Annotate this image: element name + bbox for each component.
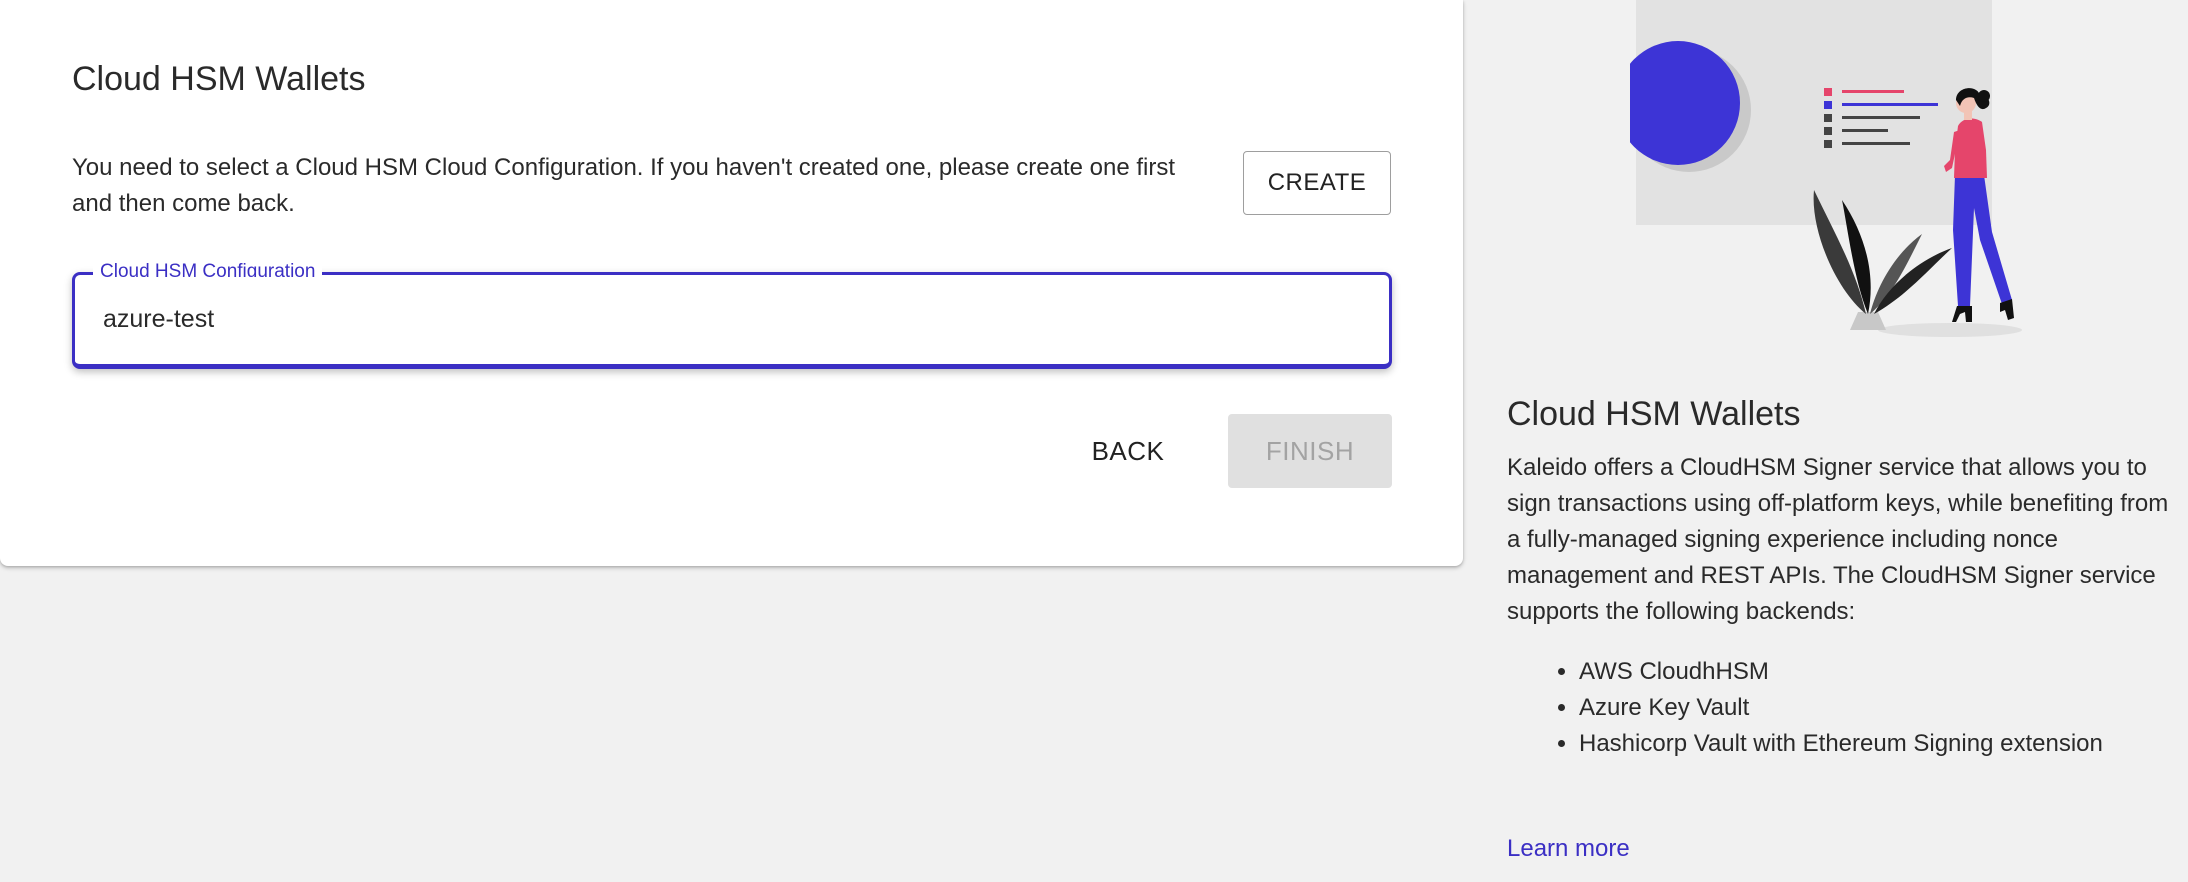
list-item: AWS CloudhHSM xyxy=(1579,654,2103,690)
sidebar-title: Cloud HSM Wallets xyxy=(1507,395,1801,433)
list-item: Hashicorp Vault with Ethereum Signing ex… xyxy=(1579,726,2103,762)
card-description: You need to select a Cloud HSM Cloud Con… xyxy=(72,154,1176,217)
backend-list: AWS CloudhHSM Azure Key Vault Hashicorp … xyxy=(1507,654,2103,762)
field-label: Cloud HSM Configuration xyxy=(93,261,323,277)
sidebar-description: Kaleido offers a CloudHSM Signer service… xyxy=(1507,454,2169,625)
card-title: Cloud HSM Wallets xyxy=(72,60,366,98)
finish-button: FINISH xyxy=(1228,414,1392,488)
setup-card: Cloud HSM Wallets You need to select a C… xyxy=(0,0,1463,566)
list-item: Azure Key Vault xyxy=(1579,690,2103,726)
cloud-hsm-configuration-select[interactable]: Cloud HSM Configuration azure-test xyxy=(72,261,1392,369)
learn-more-link[interactable]: Learn more xyxy=(1507,831,1630,867)
create-button[interactable]: CREATE xyxy=(1243,151,1391,215)
back-button[interactable]: BACK xyxy=(1070,414,1186,488)
field-value: azure-test xyxy=(103,305,215,333)
woman-presenting-illustration xyxy=(1630,0,2022,337)
